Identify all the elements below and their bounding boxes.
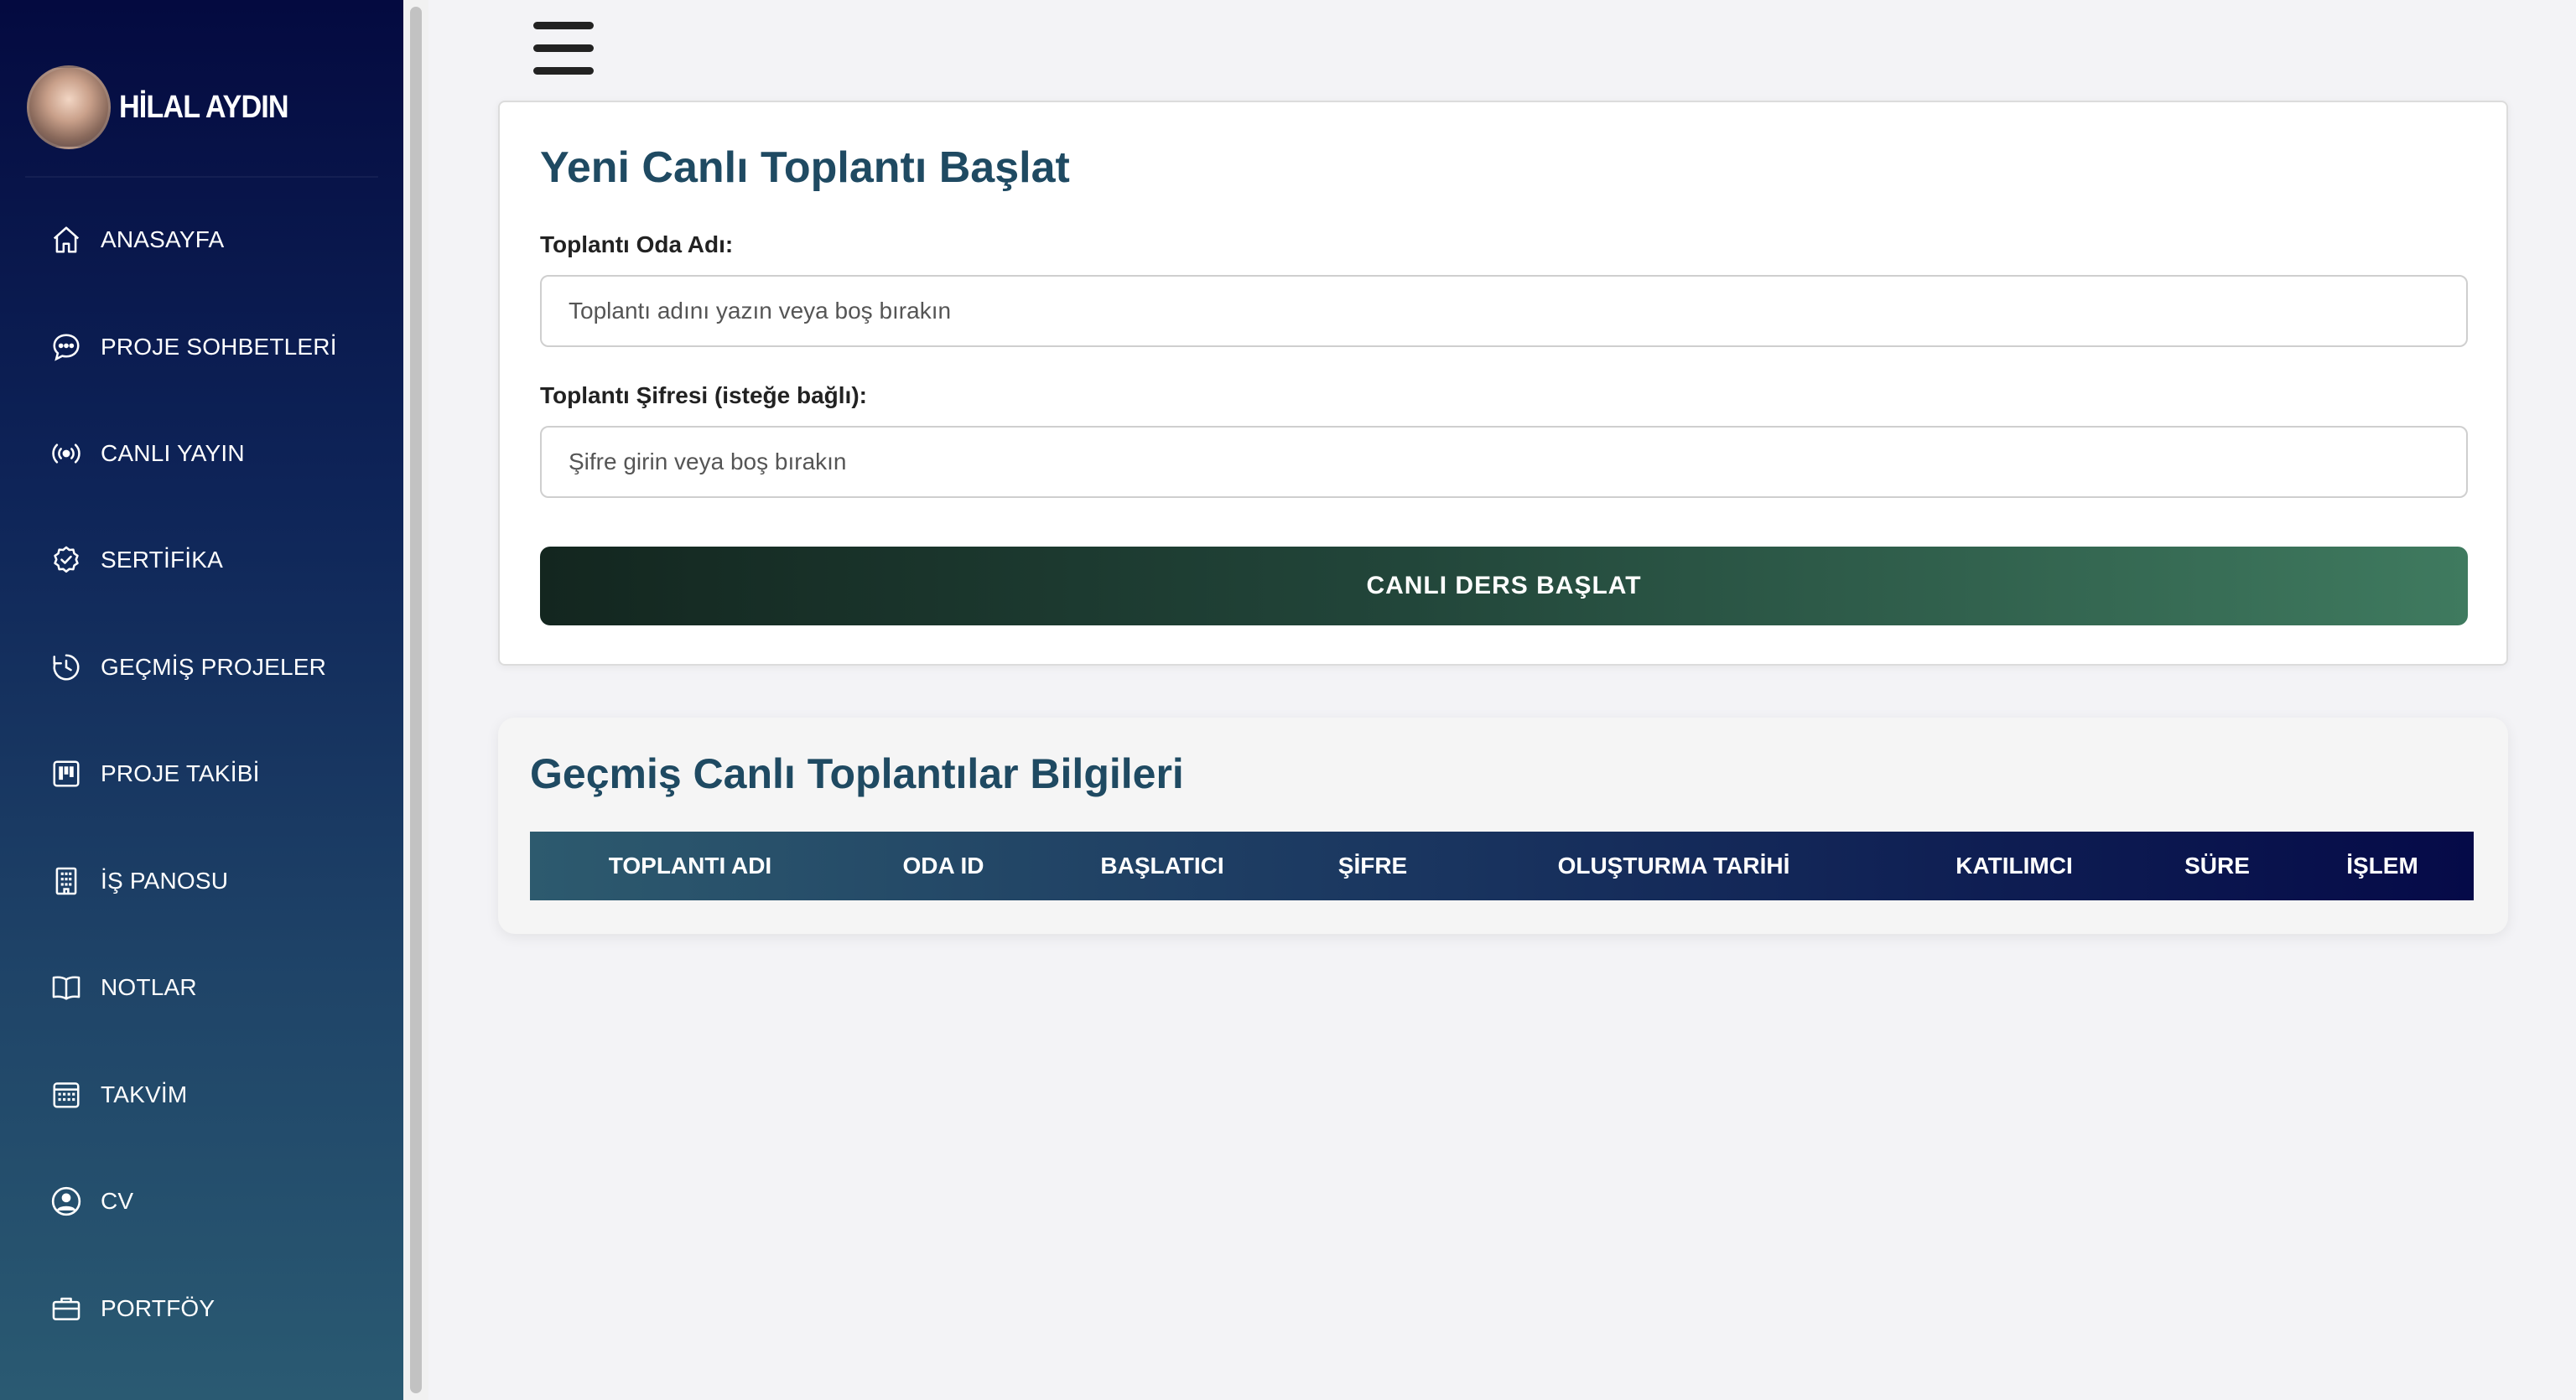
- column-header[interactable]: BAŞLATICI: [1100, 832, 1223, 900]
- start-live-lesson-button[interactable]: CANLI DERS BAŞLAT: [540, 547, 2468, 625]
- sidebar: HİLAL AYDIN ANASAYFA PROJE SOHBETLERİ CA…: [0, 0, 403, 1400]
- scrollbar-thumb[interactable]: [410, 7, 422, 1393]
- book-icon: [49, 970, 84, 1005]
- menu-toggle-icon[interactable]: [533, 22, 594, 77]
- sidebar-item-label: NOTLAR: [101, 974, 197, 1000]
- clock-icon: [49, 650, 84, 685]
- sidebar-item-label: İŞ PANOSU: [101, 868, 229, 894]
- sidebar-item-takvim[interactable]: TAKVİM: [49, 1070, 187, 1120]
- column-header[interactable]: ŞİFRE: [1338, 832, 1407, 900]
- card-title: Yeni Canlı Toplantı Başlat: [540, 143, 1070, 192]
- sidebar-item-portfoy[interactable]: PORTFÖY: [49, 1283, 215, 1334]
- password-label: Toplantı Şifresi (isteğe bağlı):: [540, 382, 867, 408]
- sidebar-item-label: CV: [101, 1188, 134, 1214]
- start-meeting-card: Yeni Canlı Toplantı Başlat Toplantı Oda …: [498, 101, 2508, 666]
- sidebar-item-label: CANLI YAYIN: [101, 440, 245, 466]
- column-header[interactable]: İŞLEM: [2346, 832, 2418, 900]
- divider: [25, 176, 378, 178]
- sidebar-item-is-panosu[interactable]: İŞ PANOSU: [49, 856, 228, 906]
- column-header[interactable]: OLUŞTURMA TARİHİ: [1558, 832, 1790, 900]
- sidebar-item-gecmis-projeler[interactable]: GEÇMİŞ PROJELER: [49, 642, 326, 692]
- sidebar-item-label: TAKVİM: [101, 1081, 188, 1107]
- column-header[interactable]: TOPLANTI ADI: [609, 832, 771, 900]
- sidebar-item-label: SERTİFİKA: [101, 547, 223, 573]
- column-header[interactable]: KATILIMCI: [1955, 832, 2072, 900]
- column-header[interactable]: ODA ID: [903, 832, 984, 900]
- avatar: [27, 65, 111, 149]
- sidebar-item-label: PROJE SOHBETLERİ: [101, 334, 337, 360]
- user-profile[interactable]: HİLAL AYDIN: [27, 65, 307, 149]
- room-name-input[interactable]: Toplantı adını yazın veya boş bırakın: [540, 275, 2468, 347]
- chat-icon: [49, 329, 84, 365]
- calendar-icon: [49, 1077, 84, 1112]
- sidebar-item-proje-sohbetleri[interactable]: PROJE SOHBETLERİ: [49, 322, 337, 372]
- sidebar-item-cv[interactable]: CV: [49, 1176, 133, 1226]
- briefcase-icon: [49, 1291, 84, 1326]
- sidebar-item-canli-yayin[interactable]: CANLI YAYIN: [49, 428, 245, 479]
- table-header: TOPLANTI ADI ODA ID BAŞLATICI ŞİFRE OLUŞ…: [530, 832, 2474, 900]
- sidebar-scrollbar[interactable]: [403, 0, 428, 1400]
- person-circle-icon: [49, 1184, 84, 1219]
- sidebar-item-label: PORTFÖY: [101, 1295, 216, 1321]
- password-input[interactable]: Şifre girin veya boş bırakın: [540, 426, 2468, 498]
- home-icon: [49, 222, 84, 257]
- sidebar-item-proje-takibi[interactable]: PROJE TAKİBİ: [49, 749, 260, 799]
- column-header[interactable]: SÜRE: [2184, 832, 2250, 900]
- past-meetings-card: Geçmiş Canlı Toplantılar Bilgileri TOPLA…: [498, 718, 2508, 934]
- sidebar-item-label: PROJE TAKİBİ: [101, 760, 260, 786]
- sidebar-item-label: GEÇMİŞ PROJELER: [101, 654, 327, 680]
- room-name-label: Toplantı Oda Adı:: [540, 231, 734, 257]
- sidebar-item-label: ANASAYFA: [101, 226, 225, 252]
- kanban-icon: [49, 756, 84, 791]
- certificate-icon: [49, 542, 84, 578]
- building-icon: [49, 863, 84, 899]
- card-title: Geçmiş Canlı Toplantılar Bilgileri: [530, 750, 1184, 797]
- sidebar-item-notlar[interactable]: NOTLAR: [49, 962, 197, 1013]
- sidebar-item-anasayfa[interactable]: ANASAYFA: [49, 215, 224, 265]
- broadcast-icon: [49, 436, 84, 471]
- sidebar-item-sertifika[interactable]: SERTİFİKA: [49, 535, 223, 585]
- user-name: HİLAL AYDIN: [119, 89, 289, 125]
